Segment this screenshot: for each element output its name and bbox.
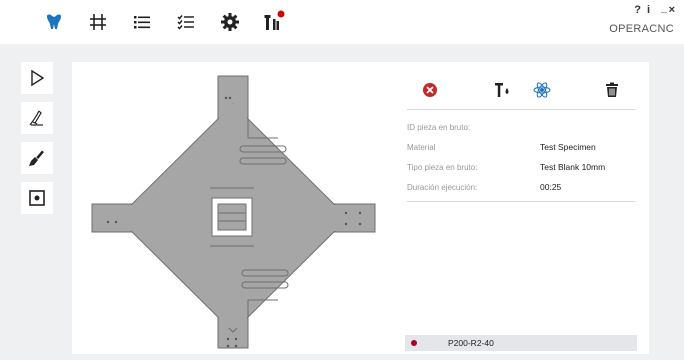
duration-value: 00:25 bbox=[540, 182, 562, 192]
trash-button[interactable] bbox=[600, 78, 624, 102]
atom-icon bbox=[533, 82, 551, 98]
tool-drop-button[interactable] bbox=[490, 78, 514, 102]
type-label: Tipo pieza en bruto: bbox=[407, 163, 478, 172]
program-name: P200-R2-40 bbox=[448, 338, 494, 348]
close-button[interactable]: × bbox=[669, 4, 675, 16]
tools-icon[interactable] bbox=[260, 8, 288, 36]
play-icon bbox=[31, 69, 45, 87]
help-button[interactable]: ? bbox=[634, 4, 641, 16]
duration-label: Duración ejecución: bbox=[407, 183, 478, 192]
checklist-icon[interactable] bbox=[172, 8, 200, 36]
material-label: Material bbox=[407, 143, 436, 152]
atom-button[interactable] bbox=[530, 78, 554, 102]
action-toolbar bbox=[410, 78, 632, 102]
id-label: ID pieza en bruto: bbox=[407, 123, 471, 132]
scraper-icon bbox=[29, 110, 43, 126]
sliders-icon[interactable] bbox=[84, 8, 112, 36]
notification-badge bbox=[277, 10, 285, 18]
info-row-duration: Duración ejecución: 00:25 bbox=[407, 180, 635, 196]
info-divider-top bbox=[407, 109, 635, 110]
list-icon[interactable] bbox=[128, 8, 156, 36]
status-dot-icon bbox=[411, 340, 417, 346]
top-toolbar: ? i _ × OPERACNC bbox=[0, 0, 684, 44]
left-sidebar bbox=[21, 62, 57, 222]
cancel-icon bbox=[423, 83, 437, 97]
program-status-bar: P200-R2-40 bbox=[405, 335, 637, 351]
info-row-material: Material Test Specimen bbox=[407, 140, 635, 156]
brush-icon bbox=[29, 150, 44, 166]
brush-button[interactable] bbox=[21, 142, 53, 174]
scraper-button[interactable] bbox=[21, 102, 53, 134]
part-preview bbox=[91, 75, 376, 349]
cancel-button[interactable] bbox=[418, 78, 442, 102]
minimize-button[interactable]: _ bbox=[661, 2, 667, 14]
main-panel: ID pieza en bruto: Material Test Specime… bbox=[72, 62, 649, 354]
info-row-type: Tipo pieza en bruto: Test Blank 10mm bbox=[407, 160, 635, 176]
info-row-id: ID pieza en bruto: bbox=[407, 120, 635, 136]
tooth-icon[interactable] bbox=[40, 8, 68, 36]
target-icon bbox=[29, 190, 45, 206]
gear-icon[interactable] bbox=[216, 8, 244, 36]
brand-label: OPERACNC bbox=[609, 23, 674, 35]
trash-icon bbox=[606, 82, 618, 97]
material-value: Test Specimen bbox=[540, 142, 596, 152]
info-button[interactable]: i bbox=[647, 4, 650, 16]
tool-drop-icon bbox=[495, 83, 509, 97]
target-button[interactable] bbox=[21, 182, 53, 214]
type-value: Test Blank 10mm bbox=[540, 162, 606, 172]
play-button[interactable] bbox=[21, 62, 53, 94]
info-divider-bottom bbox=[407, 201, 635, 202]
